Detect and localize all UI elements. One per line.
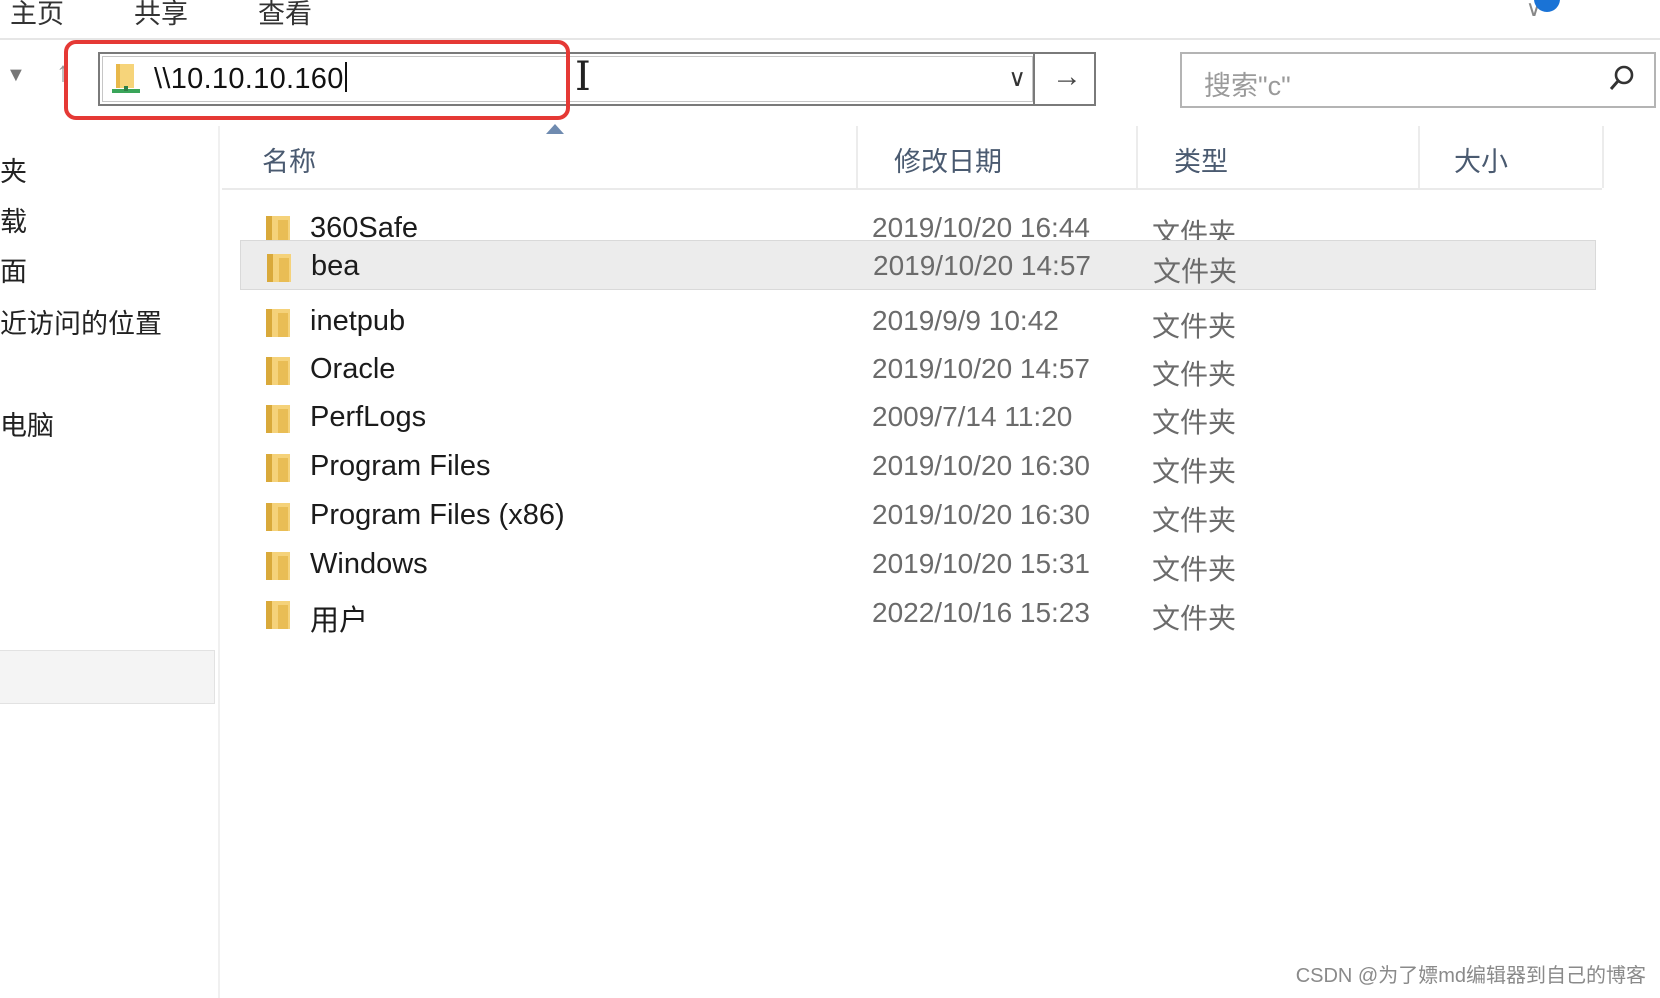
file-type: 文件夹 <box>1152 554 1237 585</box>
sidebar-item-this-pc[interactable]: 电脑 <box>0 404 54 443</box>
file-name: 用户 <box>310 605 369 637</box>
file-date: 2022/10/16 15:23 <box>872 597 1090 628</box>
sidebar-item-desktop[interactable]: 面 <box>0 250 27 289</box>
tab-home[interactable]: 主页 <box>10 0 64 31</box>
file-date: 2019/10/20 14:57 <box>872 353 1090 384</box>
file-date: 2009/7/14 11:20 <box>872 401 1073 432</box>
folder-icon <box>266 454 290 482</box>
file-name: inetpub <box>310 305 406 337</box>
ibeam-cursor-icon: I <box>575 54 591 100</box>
folder-icon <box>266 405 290 433</box>
file-date: 2019/10/20 15:31 <box>872 548 1090 579</box>
file-date: 2019/9/9 10:42 <box>872 305 1059 336</box>
list-item[interactable]: Program Files (x86) 2019/10/20 16:30 文件夹 <box>254 491 1594 539</box>
file-name: Windows <box>310 548 428 580</box>
file-name: Program Files (x86) <box>310 499 565 531</box>
file-type: 文件夹 <box>1152 456 1237 487</box>
sidebar-item-downloads[interactable]: 载 <box>0 200 27 239</box>
go-button[interactable]: → <box>1052 60 1082 94</box>
list-item[interactable]: Oracle 2019/10/20 14:57 文件夹 <box>254 345 1594 393</box>
file-type: 文件夹 <box>1152 505 1237 536</box>
column-type[interactable]: 类型 <box>1138 126 1420 188</box>
column-date[interactable]: 修改日期 <box>858 126 1138 188</box>
file-type: 文件夹 <box>1152 359 1237 390</box>
search-field[interactable]: 搜索"c" <box>1180 52 1656 108</box>
folder-icon <box>266 357 290 385</box>
list-item[interactable]: Program Files 2019/10/20 16:30 文件夹 <box>254 442 1594 490</box>
search-input[interactable]: 搜索"c" <box>1204 64 1291 103</box>
annotation-highlight-box <box>64 40 570 120</box>
list-item[interactable]: inetpub 2019/9/9 10:42 文件夹 <box>254 297 1594 345</box>
folder-icon <box>266 503 290 531</box>
list-item[interactable]: Windows 2019/10/20 15:31 文件夹 <box>254 540 1594 588</box>
folder-icon <box>266 309 290 337</box>
folder-icon <box>266 552 290 580</box>
folder-icon <box>267 254 291 282</box>
column-name[interactable]: 名称 <box>222 126 858 188</box>
navigation-pane: 夹 载 面 近访问的位置 电脑 <box>0 126 220 998</box>
tab-share[interactable]: 共享 <box>134 0 188 31</box>
list-item-selected[interactable]: bea 2019/10/20 14:57 文件夹 <box>240 240 1596 290</box>
chevron-down-icon[interactable]: ∨ <box>1008 64 1026 93</box>
file-name: Program Files <box>310 450 491 482</box>
folder-icon <box>266 601 290 629</box>
column-header-row: 名称 修改日期 类型 大小 <box>222 126 1604 190</box>
file-type: 文件夹 <box>1152 311 1237 342</box>
watermark: CSDN @为了嫖md编辑器到自己的博客 <box>1295 965 1646 987</box>
address-divider <box>1033 54 1035 104</box>
file-name: Oracle <box>310 353 396 385</box>
list-item[interactable]: 用户 2022/10/16 15:23 文件夹 <box>254 589 1594 637</box>
file-date: 2019/10/20 14:57 <box>873 250 1091 281</box>
search-icon[interactable] <box>1608 64 1636 94</box>
file-date: 2019/10/20 16:30 <box>872 450 1090 481</box>
file-type: 文件夹 <box>1152 407 1237 438</box>
ribbon-bar: 主页 共享 查看 ∨ <box>0 0 1660 40</box>
sidebar-item-recent[interactable]: 近访问的位置 <box>0 302 162 341</box>
file-name: PerfLogs <box>310 401 427 433</box>
file-name: bea <box>311 250 360 282</box>
column-size[interactable]: 大小 <box>1420 126 1604 188</box>
file-date: 2019/10/20 16:30 <box>872 499 1090 530</box>
recent-locations-icon[interactable]: ▼ <box>6 64 26 87</box>
tab-view[interactable]: 查看 <box>258 0 312 31</box>
sort-ascending-icon <box>546 124 564 134</box>
sidebar-item-selected[interactable] <box>0 650 215 704</box>
sidebar-item-favorites[interactable]: 夹 <box>0 150 27 189</box>
list-item[interactable]: PerfLogs 2009/7/14 11:20 文件夹 <box>254 393 1594 441</box>
file-type: 文件夹 <box>1152 603 1237 634</box>
file-type: 文件夹 <box>1153 256 1238 287</box>
